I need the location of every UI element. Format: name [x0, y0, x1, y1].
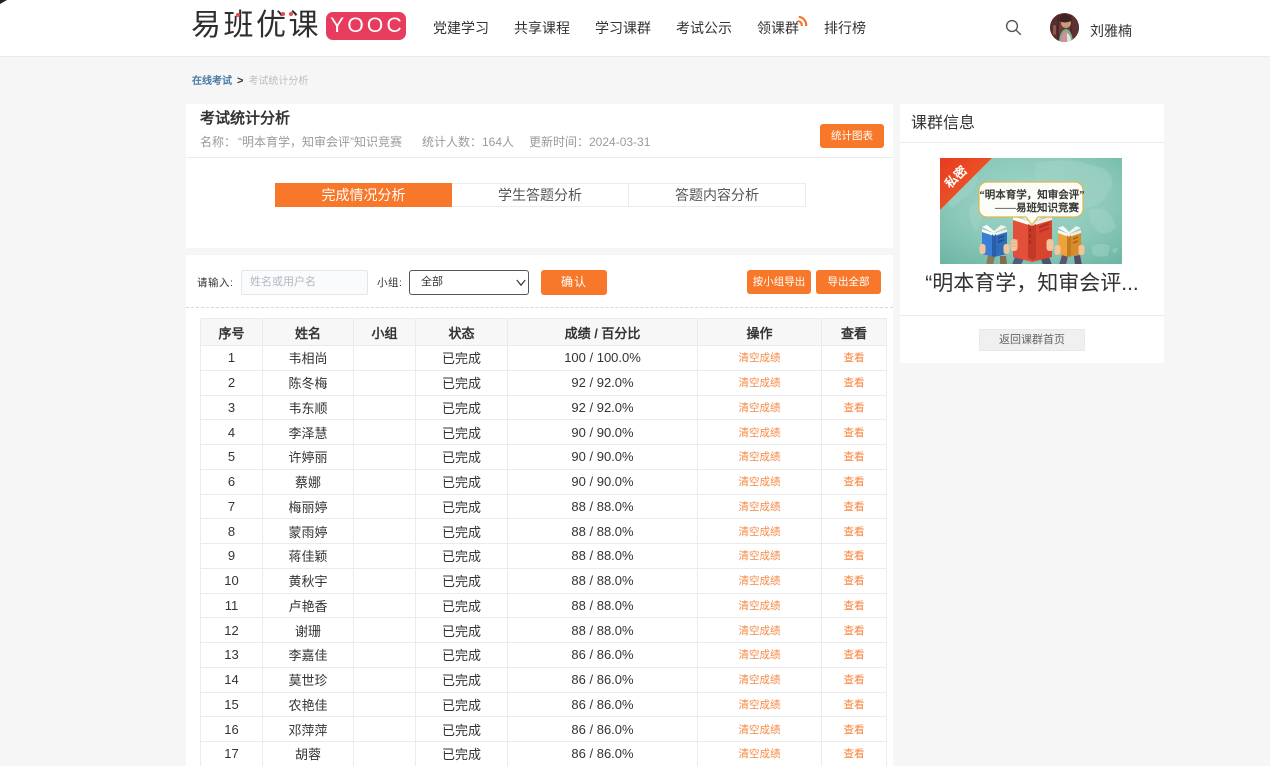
svg-text:“明本育学，知审会评”: “明本育学，知审会评”	[980, 188, 1085, 201]
svg-text:——易班知识竞赛: ——易班知识竞赛	[994, 201, 1079, 214]
